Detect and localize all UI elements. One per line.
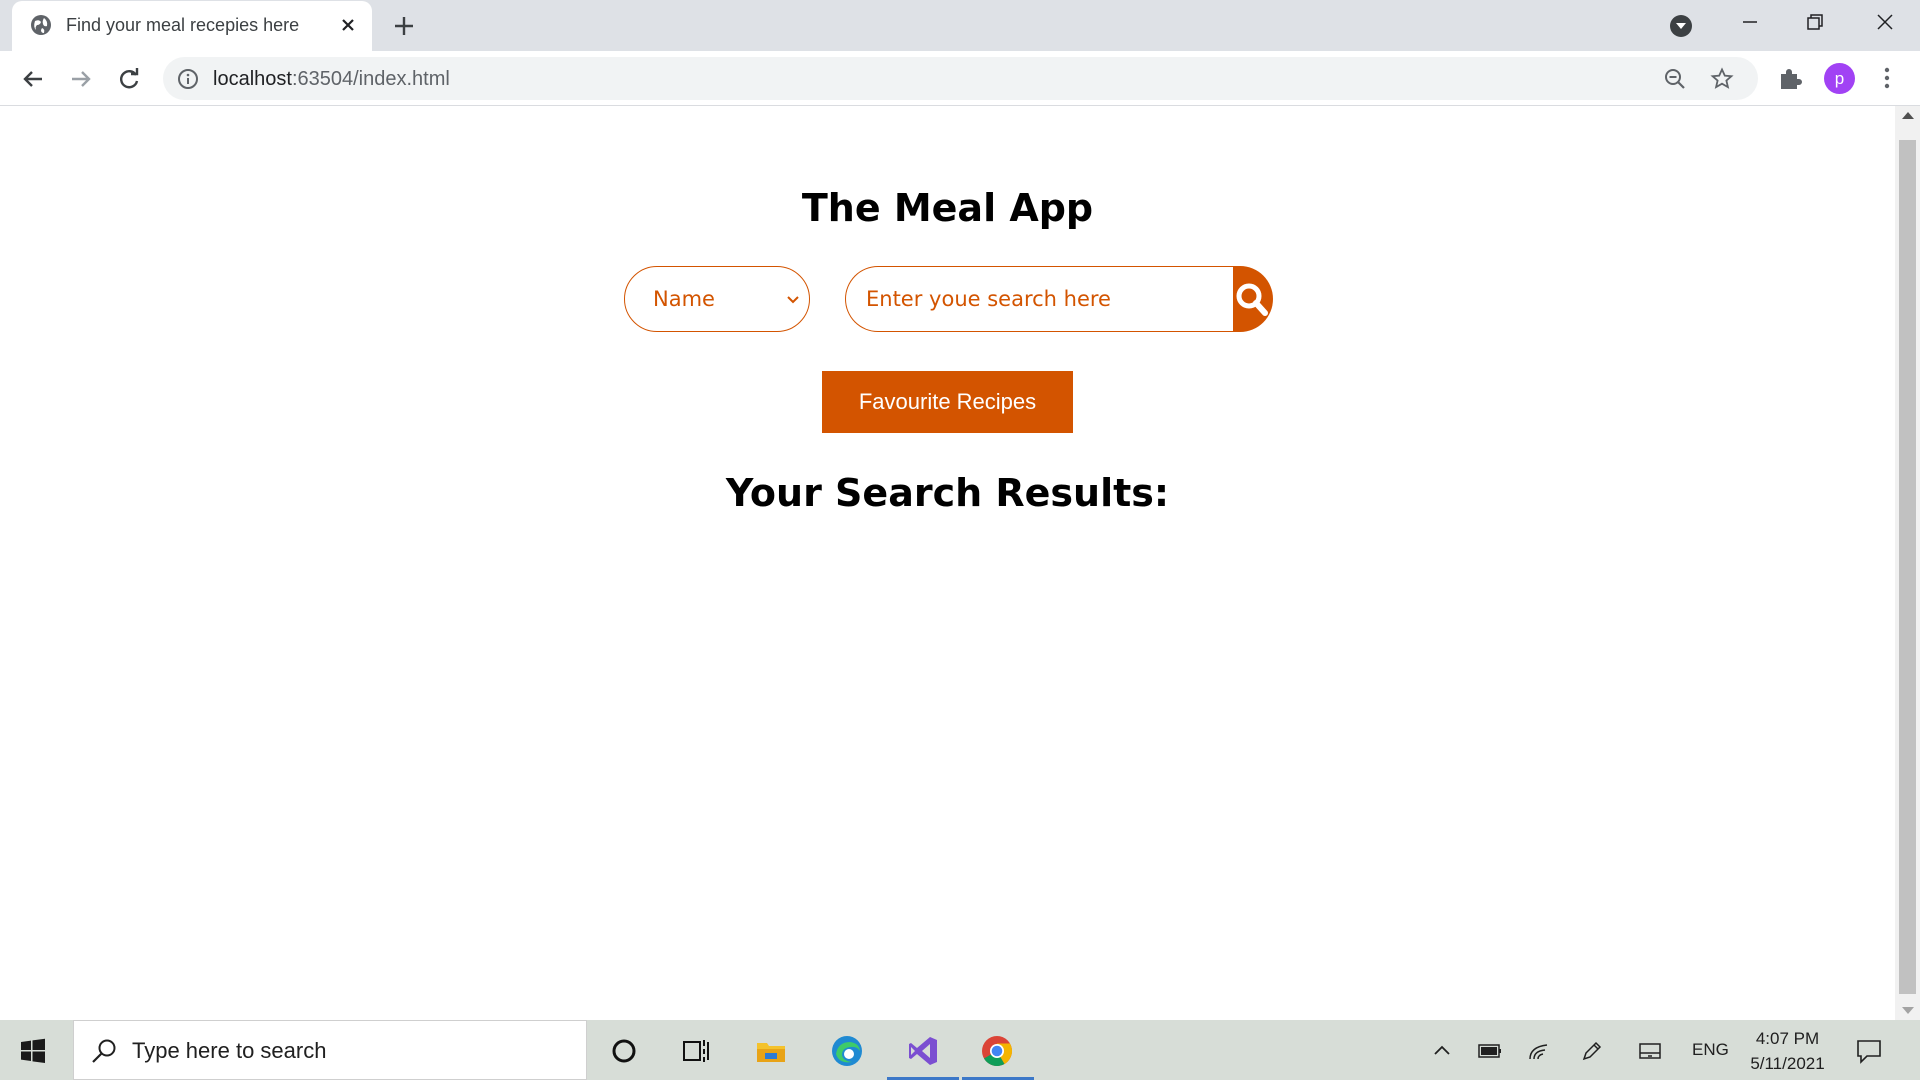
- page-scrollbar[interactable]: [1895, 106, 1920, 1020]
- search-icon: [1236, 283, 1268, 316]
- cortana-icon[interactable]: [607, 1034, 641, 1068]
- clock-time: 4:07 PM: [1755, 1029, 1820, 1048]
- tab-search-icon[interactable]: [1667, 12, 1695, 40]
- info-icon[interactable]: [177, 68, 199, 90]
- notification-icon[interactable]: [1855, 1037, 1883, 1065]
- forward-arrow-icon[interactable]: [66, 64, 96, 94]
- kebab-menu-icon[interactable]: [1874, 65, 1900, 91]
- pen-icon[interactable]: [1580, 1039, 1604, 1063]
- restore-icon[interactable]: [1800, 8, 1830, 38]
- task-view-icon[interactable]: [679, 1034, 713, 1068]
- close-icon[interactable]: [337, 14, 359, 36]
- chevron-up-icon[interactable]: [1430, 1039, 1454, 1063]
- puzzle-icon[interactable]: [1777, 65, 1803, 91]
- battery-icon[interactable]: [1478, 1039, 1502, 1063]
- scroll-down-arrow-icon[interactable]: [1902, 1007, 1914, 1014]
- scroll-thumb[interactable]: [1899, 140, 1916, 994]
- chrome-icon[interactable]: [980, 1034, 1014, 1068]
- favourite-recipes-button[interactable]: Favourite Recipes: [822, 371, 1073, 433]
- search-button[interactable]: [1233, 266, 1273, 332]
- search-results-heading: Your Search Results:: [725, 471, 1170, 515]
- search-type-value: Name: [653, 287, 715, 311]
- page-title: The Meal App: [801, 186, 1094, 230]
- window-close-icon[interactable]: [1870, 8, 1900, 38]
- url-path: :63504/index.html: [291, 68, 450, 90]
- star-icon[interactable]: [1710, 67, 1734, 91]
- browser-tab-active[interactable]: Find your meal recepies here: [12, 1, 372, 51]
- url-host: localhost: [213, 68, 292, 90]
- scroll-up-arrow-icon[interactable]: [1902, 112, 1914, 119]
- address-bar[interactable]: localhost:63504/index.html: [163, 57, 1758, 100]
- page-viewport: The Meal App Name Favourite Recipes Your…: [0, 106, 1895, 1020]
- language-indicator[interactable]: ENG: [1692, 1040, 1729, 1060]
- keyboard-icon[interactable]: [1638, 1039, 1662, 1063]
- taskbar-search-box[interactable]: Type here to search: [73, 1020, 587, 1080]
- clock[interactable]: 4:07 PM 5/11/2021: [1740, 1026, 1835, 1076]
- browser-toolbar: localhost:63504/index.html p: [0, 51, 1920, 106]
- url-text[interactable]: localhost:63504/index.html: [213, 68, 450, 91]
- search-type-select[interactable]: Name: [624, 266, 810, 332]
- browser-tabstrip: Find your meal recepies here: [0, 0, 1920, 51]
- search-input[interactable]: [845, 266, 1235, 332]
- taskbar-search-placeholder: Type here to search: [132, 1038, 327, 1063]
- clock-date: 5/11/2021: [1750, 1054, 1825, 1073]
- edge-icon[interactable]: [830, 1034, 864, 1068]
- reload-icon[interactable]: [114, 64, 144, 94]
- zoom-out-icon[interactable]: [1663, 67, 1687, 91]
- windows-taskbar: Type here to search ENG 4:07 PM 5/11/202…: [0, 1020, 1920, 1080]
- visual-studio-icon[interactable]: [906, 1034, 940, 1068]
- avatar[interactable]: p: [1824, 63, 1855, 94]
- plus-icon[interactable]: [390, 12, 418, 40]
- tab-title: Find your meal recepies here: [66, 15, 300, 35]
- globe-icon: [31, 15, 51, 35]
- windows-logo-icon[interactable]: [20, 1038, 46, 1064]
- wifi-icon[interactable]: [1527, 1039, 1551, 1063]
- file-explorer-icon[interactable]: [754, 1034, 788, 1068]
- minimize-icon[interactable]: [1735, 8, 1765, 38]
- chevron-down-icon: [787, 296, 799, 304]
- search-icon: [92, 1039, 116, 1063]
- back-arrow-icon[interactable]: [18, 64, 48, 94]
